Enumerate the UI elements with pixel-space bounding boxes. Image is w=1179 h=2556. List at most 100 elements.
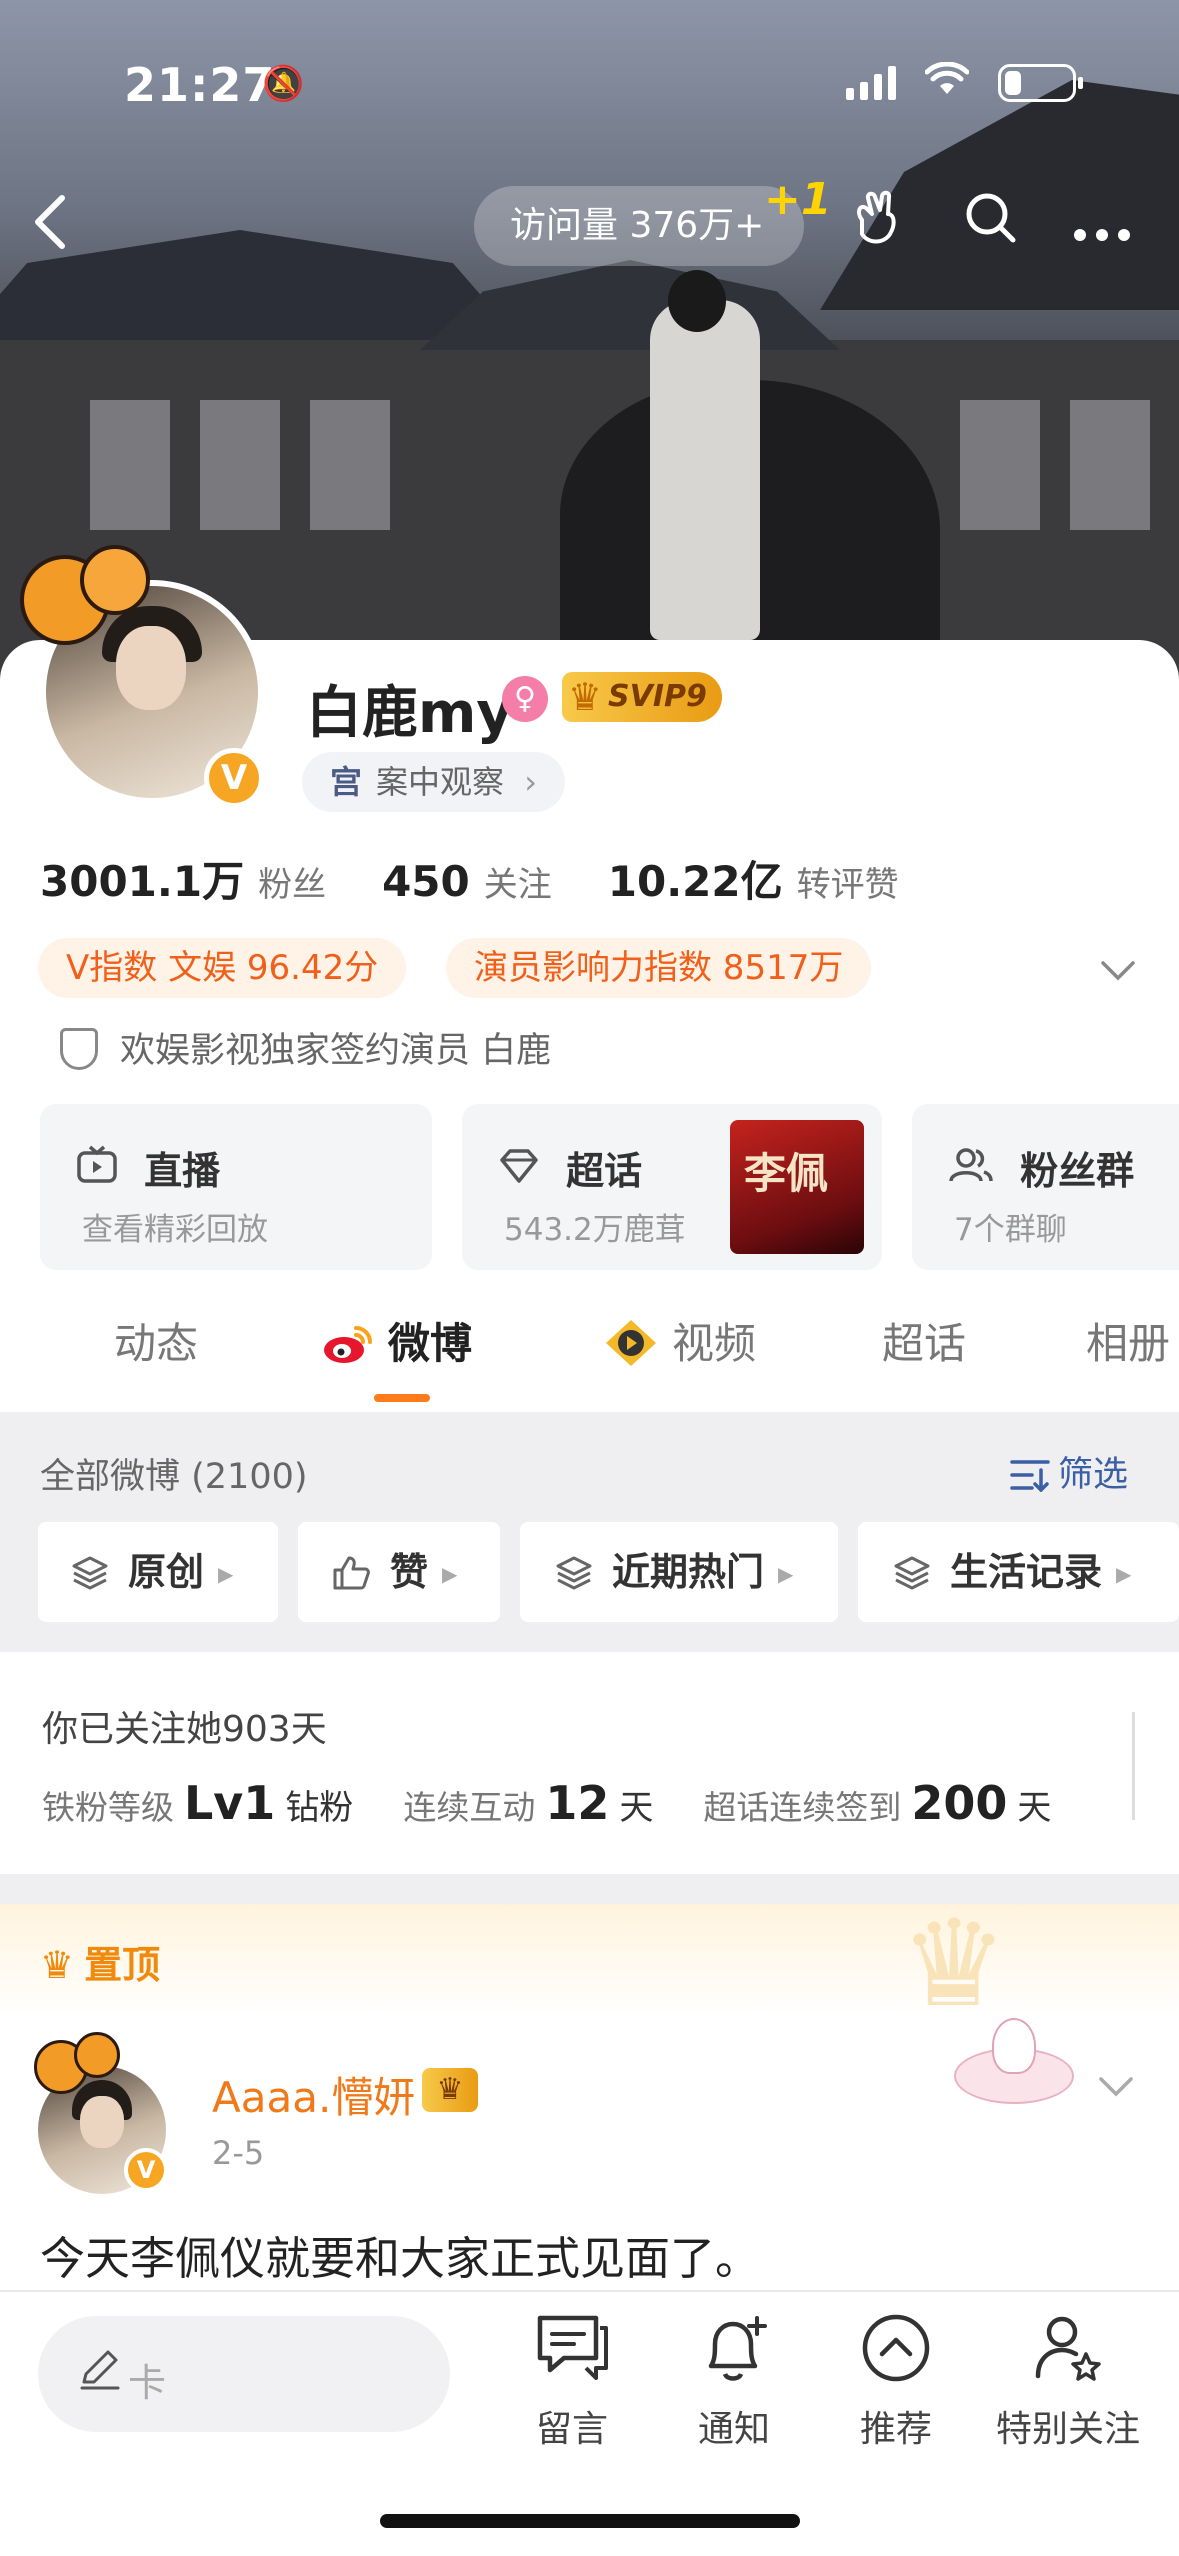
fan-group-subtitle: 7个群聊 xyxy=(954,1212,1067,1248)
fan-stats-row: 铁粉等级 Lv1 钻粉 连续互动 12 天 超话连续签到 200 天 xyxy=(42,1776,1051,1830)
fan-level-value: Lv1 xyxy=(184,1776,276,1830)
follow-days: 你已关注她903天 xyxy=(42,1709,327,1750)
tab-album[interactable]: 相册 xyxy=(1086,1310,1170,1371)
filter-label: 筛选 xyxy=(1058,1455,1129,1495)
chevron-down-icon xyxy=(1101,961,1135,981)
post-text[interactable]: 今天李佩仪就要和大家正式见面了。 xyxy=(40,2222,760,2287)
notify-label: 通知 xyxy=(697,2409,770,2450)
battery-icon xyxy=(998,64,1083,102)
stat-likes[interactable]: 10.22亿 转评赞 xyxy=(608,848,899,909)
tab-label: 超话 xyxy=(882,1319,967,1368)
caret-right-icon: ▶ xyxy=(1116,1562,1132,1586)
chevron-up-circle-icon xyxy=(816,2312,976,2392)
message-button[interactable]: 留言 xyxy=(492,2312,652,2452)
expand-button[interactable] xyxy=(1100,950,1136,991)
verified-badge-icon: V xyxy=(124,2148,168,2192)
recommend-label: 推荐 xyxy=(859,2409,932,2450)
live-title: 直播 xyxy=(144,1149,221,1193)
caret-right-icon: ▶ xyxy=(218,1562,234,1586)
back-button[interactable] xyxy=(30,192,80,262)
checkin-unit: 天 xyxy=(1017,1788,1052,1828)
interact-unit: 天 xyxy=(619,1788,654,1828)
layers-icon xyxy=(72,1550,108,1594)
message-label: 留言 xyxy=(535,2409,608,2450)
stat-following[interactable]: 450 关注 xyxy=(382,857,552,906)
interact-label: 连续互动 xyxy=(403,1788,536,1827)
chevron-left-icon xyxy=(35,195,65,249)
cover-window xyxy=(90,400,170,530)
message-icon xyxy=(492,2312,652,2392)
crown-icon: ♛ xyxy=(40,1943,75,1987)
knock-hand-icon xyxy=(857,190,896,244)
verified-badge-icon: V xyxy=(204,748,264,808)
filter-chip-life[interactable]: 生活记录 ▶ xyxy=(858,1522,1179,1622)
post-author-name[interactable]: Aaaa.懵妍 xyxy=(212,2064,415,2125)
actor-influence-pill[interactable]: 演员影响力指数 8517万 xyxy=(446,938,872,998)
supertopic-card[interactable]: 超话 543.2万鹿茸 xyxy=(462,1104,882,1270)
profile-name: 白鹿my xyxy=(306,681,513,746)
checkin-label: 超话连续签到 xyxy=(703,1788,902,1827)
supertopic-poster xyxy=(730,1120,864,1254)
diamond-icon xyxy=(498,1149,552,1193)
pinned-text: 置顶 xyxy=(84,1943,161,1987)
search-icon xyxy=(966,193,1016,243)
filter-chip-like[interactable]: 赞 ▶ xyxy=(298,1522,500,1622)
wifi-icon xyxy=(924,60,970,106)
stat-followers[interactable]: 3001.1万 粉丝 xyxy=(40,848,326,909)
filter-chip-trending[interactable]: 近期热门 ▶ xyxy=(520,1522,838,1622)
v-index-pill[interactable]: V指数 文娱 96.42分 xyxy=(38,938,407,998)
chevron-down-icon xyxy=(1099,2077,1133,2097)
layers-icon xyxy=(556,1550,592,1594)
tab-weibo[interactable]: 微博 xyxy=(322,1310,472,1371)
video-channel-icon xyxy=(606,1320,656,1366)
weibo-logo-icon xyxy=(324,1326,372,1363)
avatar-face xyxy=(80,2096,124,2148)
cellular-signal-icon xyxy=(846,66,896,100)
bell-slash-icon: 🔕 xyxy=(262,64,305,104)
bell-plus-icon xyxy=(654,2312,814,2392)
tab-video[interactable]: 视频 xyxy=(604,1310,756,1371)
post-options-button[interactable] xyxy=(1098,2066,1134,2107)
tiger-avatar-frame-icon xyxy=(20,545,160,645)
profile-tag-chip[interactable]: 宫案中观察 › xyxy=(302,752,565,812)
cover-rider-head xyxy=(668,270,726,332)
user-star-icon xyxy=(978,2312,1158,2392)
stat-label: 粉丝 xyxy=(258,865,327,905)
notify-button[interactable]: 通知 xyxy=(654,2312,814,2452)
verification-info: 欢娱影视独家签约演员 白鹿 xyxy=(60,1022,551,1073)
tiger-avatar-frame-icon xyxy=(34,2032,126,2094)
tab-dynamics[interactable]: 动态 xyxy=(114,1310,198,1371)
cover-rider xyxy=(650,300,760,640)
live-card[interactable]: 直播 查看精彩回放 xyxy=(40,1104,432,1270)
active-tab-indicator xyxy=(374,1394,430,1402)
stat-label: 转评赞 xyxy=(796,865,899,905)
visits-counter[interactable]: 访问量 376万+ +1 xyxy=(474,174,831,266)
filter-chip-original[interactable]: 原创 ▶ xyxy=(38,1522,278,1622)
fan-status-panel[interactable] xyxy=(0,1652,1179,1874)
home-indicator[interactable] xyxy=(380,2514,800,2528)
filter-icon xyxy=(1010,1460,1050,1493)
comment-placeholder: 卡 xyxy=(128,2361,167,2405)
female-icon: ♀ xyxy=(502,676,548,722)
visits-increment: +1 xyxy=(764,174,832,225)
recommend-button[interactable]: 推荐 xyxy=(816,2312,976,2452)
filter-button[interactable]: 筛选 xyxy=(1010,1446,1128,1497)
supertopic-title: 超话 xyxy=(566,1149,643,1193)
tab-supertopic[interactable]: 超话 xyxy=(882,1310,966,1371)
fan-group-card[interactable]: 粉丝群 7个群聊 xyxy=(912,1104,1179,1270)
svip-badge[interactable]: SVIP9 xyxy=(562,672,722,722)
chevron-right-icon: › xyxy=(524,763,537,801)
pencil-icon xyxy=(78,2348,122,2403)
comment-input[interactable]: 卡 xyxy=(38,2316,450,2432)
search-button[interactable] xyxy=(954,190,1026,262)
special-follow-button[interactable]: 特别关注 xyxy=(978,2312,1158,2452)
cover-window xyxy=(310,400,390,530)
knock-hand-button[interactable] xyxy=(840,190,912,262)
more-button[interactable] xyxy=(1066,190,1138,262)
chip-label: 生活记录 xyxy=(950,1550,1103,1594)
tab-label: 相册 xyxy=(1086,1319,1171,1368)
visits-label: 访问量 376万+ xyxy=(510,205,765,246)
fan-group-title: 粉丝群 xyxy=(1020,1149,1135,1193)
chip-label: 原创 xyxy=(128,1550,205,1594)
fan-level-label: 铁粉等级 xyxy=(42,1788,174,1827)
